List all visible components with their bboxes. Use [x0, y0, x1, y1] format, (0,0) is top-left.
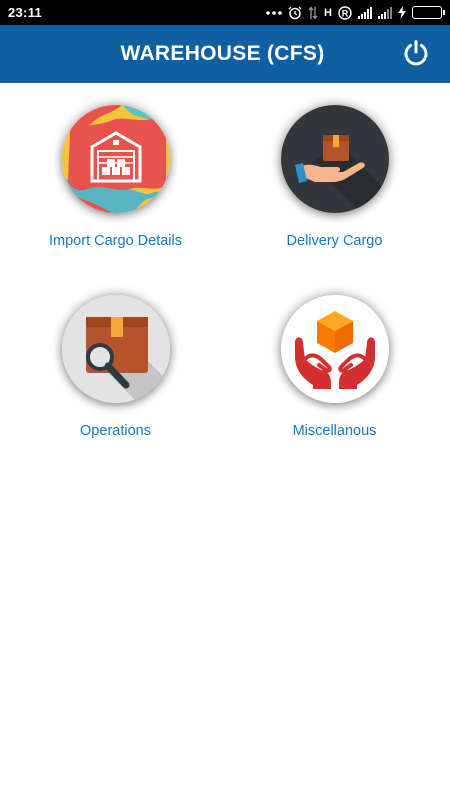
menu-label-operations: Operations — [80, 423, 151, 439]
signal-icon — [358, 6, 372, 19]
alarm-icon — [288, 6, 302, 20]
app-bar: WAREHOUSE (CFS) — [0, 25, 450, 83]
warehouse-icon — [61, 105, 170, 213]
menu-tile-import-cargo[interactable]: Import Cargo Details — [3, 83, 228, 273]
menu-tile-delivery-cargo[interactable]: Delivery Cargo — [222, 83, 447, 273]
battery-icon — [412, 6, 445, 19]
data-arrows-icon — [308, 5, 318, 20]
svg-text:R: R — [342, 8, 349, 18]
more-dots-icon — [266, 10, 282, 16]
status-bar: 23:11 H R — [0, 0, 450, 25]
h-network-icon: H — [324, 6, 332, 19]
box-magnifier-icon — [61, 295, 170, 403]
menu-label-delivery-cargo: Delivery Cargo — [286, 233, 383, 249]
menu-label-miscellanous: Miscellanous — [292, 423, 377, 439]
hands-cube-icon — [280, 295, 389, 403]
status-time: 23:11 — [8, 5, 43, 20]
power-icon — [404, 40, 428, 66]
power-button[interactable] — [400, 37, 432, 69]
charging-bolt-icon — [398, 6, 406, 19]
page-title: WAREHOUSE (CFS) — [120, 42, 325, 65]
registered-r-icon: R — [338, 5, 352, 20]
signal-icon-2 — [378, 6, 392, 19]
menu-tile-operations[interactable]: Operations — [3, 273, 228, 463]
status-icons: H R — [266, 5, 445, 20]
menu-label-import-cargo: Import Cargo Details — [49, 233, 182, 249]
hand-box-icon — [280, 105, 389, 213]
menu-tile-miscellanous[interactable]: Miscellanous — [222, 273, 447, 463]
